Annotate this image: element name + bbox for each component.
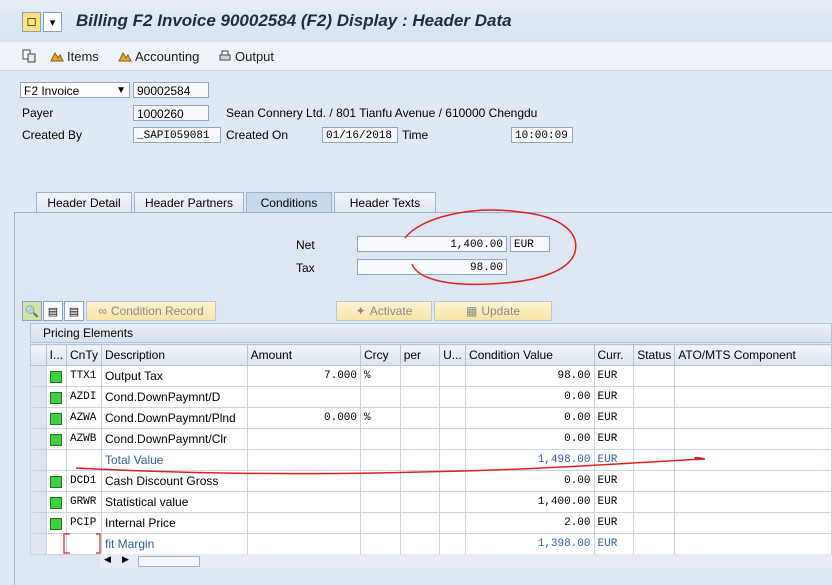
annotation-underline (75, 456, 706, 475)
scroll-right-icon[interactable]: ▶ (122, 554, 129, 565)
annotation-bracket (63, 533, 101, 554)
annotation-circle (404, 209, 577, 286)
annotation-overlay (63, 209, 706, 554)
scroll-thumb[interactable] (138, 556, 200, 567)
scroll-left-icon[interactable]: ◀ (104, 554, 111, 565)
horizontal-scrollbar[interactable]: ◀ ▶ (100, 554, 832, 568)
